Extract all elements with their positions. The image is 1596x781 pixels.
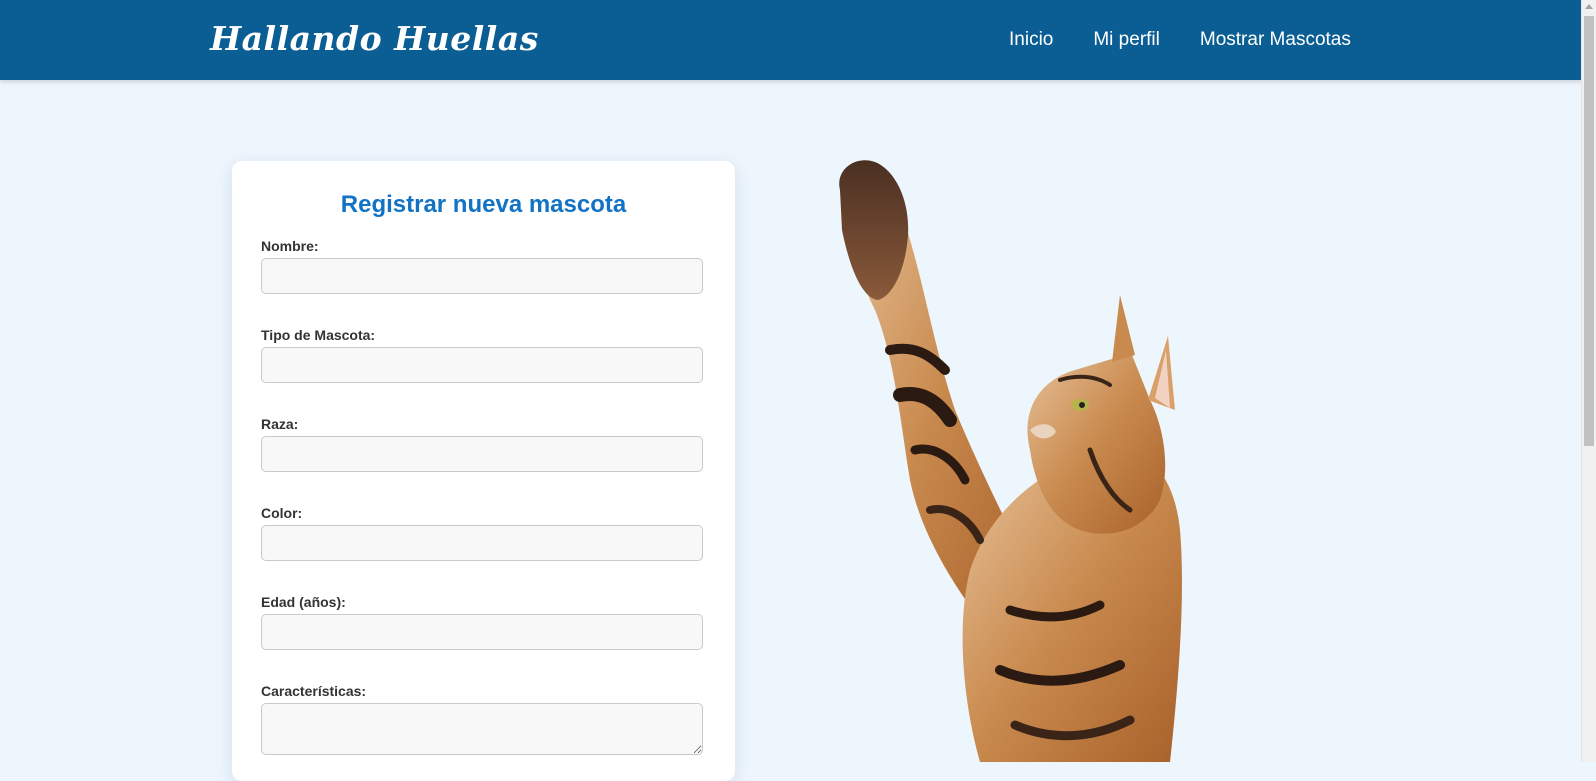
color-input[interactable] — [261, 525, 703, 561]
tipo-mascota-input[interactable] — [261, 347, 703, 383]
nombre-label: Nombre: — [261, 238, 319, 254]
tipo-mascota-label: Tipo de Mascota: — [261, 327, 376, 343]
nav-link-inicio[interactable]: Inicio — [1009, 29, 1053, 51]
edad-input[interactable] — [261, 614, 703, 650]
cat-illustration — [839, 160, 1182, 762]
raza-input[interactable] — [261, 436, 703, 472]
nav-link-mi-perfil[interactable]: Mi perfil — [1093, 29, 1160, 51]
form-title: Registrar nueva mascota — [340, 191, 627, 218]
edad-label: Edad (años): — [261, 594, 346, 610]
brand-logo[interactable]: Hallando Huellas — [210, 19, 539, 58]
caracteristicas-textarea[interactable] — [261, 703, 703, 755]
top-navbar: Hallando Huellas Inicio Mi perfil Mostra… — [0, 0, 1582, 80]
page-scrollbar[interactable] — [1581, 0, 1596, 762]
main-nav: Inicio Mi perfil Mostrar Mascotas — [1009, 29, 1351, 51]
caracteristicas-label: Características: — [261, 683, 367, 699]
scroll-thumb[interactable] — [1584, 16, 1594, 446]
raza-label: Raza: — [261, 416, 299, 432]
cat-reaching-up-image — [830, 150, 1210, 762]
register-pet-form: Registrar nueva mascota Nombre: Tipo de … — [232, 161, 735, 781]
nav-link-mostrar-mascotas[interactable]: Mostrar Mascotas — [1200, 29, 1351, 51]
scroll-up-arrow-icon[interactable] — [1585, 4, 1593, 9]
nombre-input[interactable] — [261, 258, 703, 294]
color-label: Color: — [261, 505, 303, 521]
